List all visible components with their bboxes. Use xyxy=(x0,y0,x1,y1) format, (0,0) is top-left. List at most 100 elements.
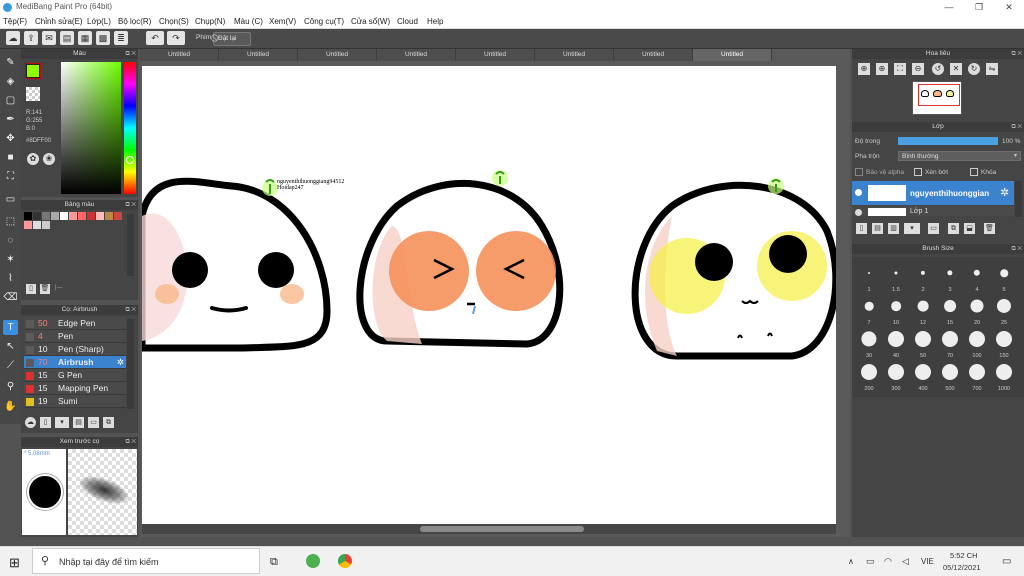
merge-down-icon[interactable]: ⬓ xyxy=(964,223,975,234)
color-swatch[interactable] xyxy=(60,212,68,220)
brush-size-option[interactable]: 300 xyxy=(883,362,909,392)
hue-handle[interactable] xyxy=(126,156,134,164)
lock-checkbox[interactable] xyxy=(970,168,978,176)
cloud-icon[interactable]: ☁ xyxy=(6,31,20,45)
page-icon[interactable]: ▦ xyxy=(78,31,92,45)
panel-close-icon[interactable]: ⧉ ✕ xyxy=(1011,244,1022,254)
delete-layer-icon[interactable]: 🗑 xyxy=(984,223,995,234)
document-tab[interactable]: Untitled xyxy=(614,49,693,61)
maximize-icon[interactable]: ❐ xyxy=(964,0,994,15)
menu-cloud[interactable]: Cloud xyxy=(397,17,418,26)
select-pen-icon[interactable]: ⌇ xyxy=(3,271,18,286)
drawing-canvas[interactable]: nguyenthihuonggiang94512 Hoidap247 xyxy=(138,66,840,524)
panel-close-icon[interactable]: ⧉ ✕ xyxy=(125,200,136,210)
reset-view-icon[interactable]: ✕ xyxy=(950,63,962,75)
menu-edit[interactable]: Chỉnh sửa(E) xyxy=(35,17,83,26)
undo-icon[interactable]: ↶ xyxy=(146,31,164,45)
brush-size-option[interactable]: 200 xyxy=(856,362,882,392)
brush-size-option[interactable]: 25 xyxy=(991,296,1017,326)
chrome-taskbar-icon[interactable] xyxy=(338,554,352,568)
document-tab[interactable]: Untitled xyxy=(298,49,377,61)
new-8bit-layer-icon[interactable]: ▥ xyxy=(888,223,899,234)
brush-size-option[interactable]: 40 xyxy=(883,329,909,359)
menu-tools[interactable]: Công cụ(T) xyxy=(304,17,344,26)
opacity-slider[interactable] xyxy=(898,137,998,145)
brush-size-option[interactable]: 500 xyxy=(937,362,963,392)
brush-item[interactable]: 4 Pen xyxy=(24,330,126,343)
brush-tool-icon[interactable]: ✎ xyxy=(3,55,18,70)
swatch-scrollbar[interactable] xyxy=(127,214,134,276)
brush-size-option[interactable]: 5 xyxy=(991,263,1017,293)
fit-icon[interactable]: ⛶ xyxy=(894,63,906,75)
brush-settings-icon[interactable]: ▤ xyxy=(73,417,84,428)
brush-item[interactable]: 50 Edge Pen xyxy=(24,317,126,330)
brush-size-option[interactable]: 7 xyxy=(856,296,882,326)
panel-close-icon[interactable]: ⧉ ✕ xyxy=(125,49,136,59)
chevron-up-icon[interactable]: ∧ xyxy=(848,557,854,566)
zoom-in-icon[interactable]: ⊕ xyxy=(876,63,888,75)
color-swatch[interactable] xyxy=(69,212,77,220)
palette-icon[interactable]: ✿ xyxy=(27,153,39,165)
clock-time[interactable]: 5:52 CH xyxy=(950,551,978,560)
brush-size-option[interactable]: 20 xyxy=(964,296,990,326)
brush-size-option[interactable]: 3 xyxy=(937,263,963,293)
color-swatch[interactable] xyxy=(42,212,50,220)
brush-scrollbar[interactable] xyxy=(127,319,134,409)
select-tool-icon[interactable]: ⬚ xyxy=(3,214,18,229)
brush-item[interactable]: 15 G Pen xyxy=(24,369,126,382)
redo-icon[interactable]: ↷ xyxy=(167,31,185,45)
gradient-tool-icon[interactable]: ▭ xyxy=(3,192,18,207)
list-icon[interactable]: ≣ xyxy=(114,31,128,45)
color-swatch[interactable] xyxy=(24,212,32,220)
reset-button[interactable]: ⃠Đặt lại xyxy=(213,32,251,46)
taskbar-search[interactable]: ⚲ Nhập tại đây để tìm kiếm xyxy=(32,548,260,574)
horizontal-scroll-thumb[interactable] xyxy=(420,526,584,532)
protect-alpha-checkbox[interactable] xyxy=(855,168,863,176)
select-eraser-icon[interactable]: ⌫ xyxy=(3,290,18,305)
color-swatch[interactable] xyxy=(96,212,104,220)
eye-icon[interactable] xyxy=(855,209,862,216)
menu-capture[interactable]: Chụp(N) xyxy=(195,17,225,26)
panel-close-icon[interactable]: ⧉ ✕ xyxy=(1011,122,1022,132)
brush-size-option[interactable]: 70 xyxy=(937,329,963,359)
brush-size-option[interactable]: 10 xyxy=(883,296,909,326)
magic-wand-icon[interactable]: ✶ xyxy=(3,252,18,267)
hand-tool-icon[interactable]: ✋ xyxy=(3,399,18,414)
gear-icon[interactable]: ✲ xyxy=(117,356,124,369)
rotate-right-icon[interactable]: ↻ xyxy=(968,63,980,75)
brush-size-option[interactable]: 1000 xyxy=(991,362,1017,392)
color-swatch[interactable] xyxy=(51,212,59,220)
close-icon[interactable]: ✕ xyxy=(994,0,1024,15)
transparent-color-swatch[interactable] xyxy=(26,87,40,101)
document-tab[interactable]: Untitled xyxy=(219,49,298,61)
eyedropper-icon[interactable]: ⚲ xyxy=(3,379,18,394)
brush-size-option[interactable]: 4 xyxy=(964,263,990,293)
grid-icon[interactable]: ▩ xyxy=(96,31,110,45)
new-halftone-layer-icon[interactable]: ▤ xyxy=(872,223,883,234)
color-swatch[interactable] xyxy=(33,212,41,220)
add-layer-dropdown-icon[interactable]: ▾ xyxy=(904,223,920,234)
color-swatch[interactable] xyxy=(78,212,86,220)
duplicate-brush-icon[interactable]: ⧉ xyxy=(103,417,114,428)
brush-size-option[interactable]: 2 xyxy=(910,263,936,293)
eraser-tool-icon[interactable]: ◈ xyxy=(3,74,18,89)
brush-size-option[interactable]: 150 xyxy=(991,329,1017,359)
brush-size-option[interactable]: 1.5 xyxy=(883,263,909,293)
brush-item[interactable]: 10 Pen (Sharp) xyxy=(24,343,126,356)
saturation-value-picker[interactable] xyxy=(61,62,121,194)
color-swatch[interactable] xyxy=(42,221,50,229)
brush-size-option[interactable]: 30 xyxy=(856,329,882,359)
new-swatch-icon[interactable]: ▯ xyxy=(26,284,36,294)
document-icon[interactable]: ▤ xyxy=(60,31,74,45)
gear-icon[interactable]: ✲ xyxy=(1000,186,1009,199)
flip-icon[interactable]: ⇋ xyxy=(986,63,998,75)
layer-row[interactable]: Lớp 1 xyxy=(852,206,1014,216)
panel-close-icon[interactable]: ⧉ ✕ xyxy=(125,305,136,315)
brush-size-option[interactable]: 100 xyxy=(964,329,990,359)
language-indicator[interactable]: VIE xyxy=(921,557,934,566)
zoom-out-icon[interactable]: ⊖ xyxy=(912,63,924,75)
layer-row-selected[interactable]: nguyenthihuonggian ✲ xyxy=(852,181,1014,205)
volume-icon[interactable]: ◁ xyxy=(902,556,909,567)
comment-icon[interactable]: ✉ xyxy=(42,31,56,45)
main-color-swatch[interactable] xyxy=(26,64,40,78)
